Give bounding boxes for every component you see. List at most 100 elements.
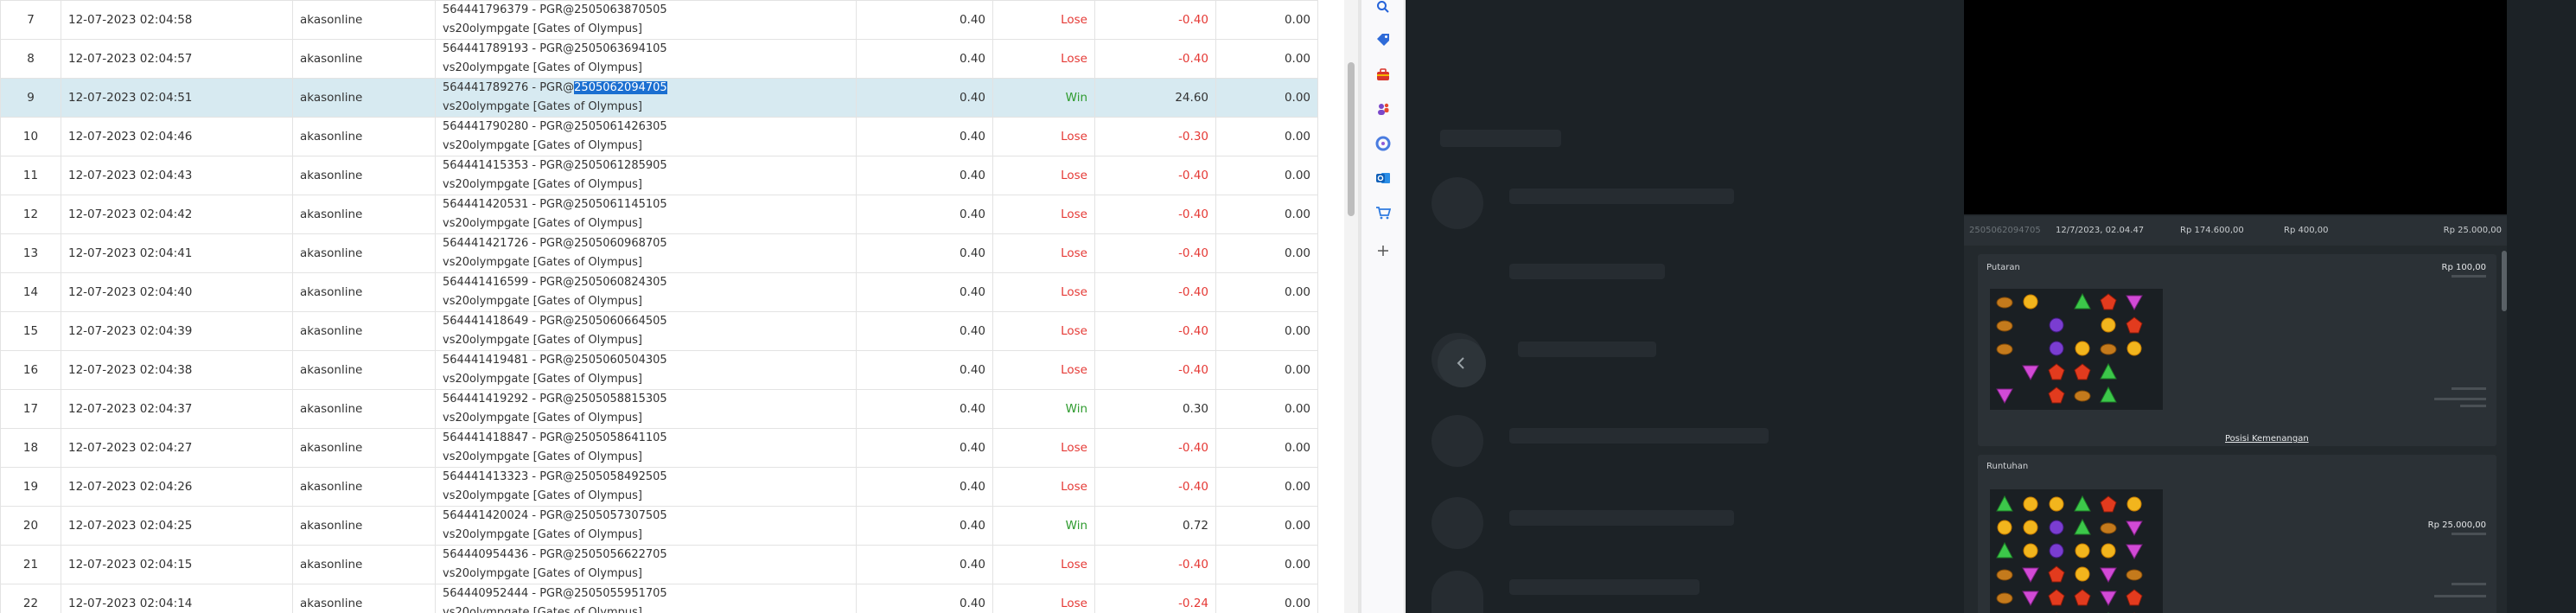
transaction-id[interactable]: 564441415353 - PGR@2505061285905 bbox=[443, 157, 849, 176]
table-row[interactable]: 19 12-07-2023 02:04:26 akasonline 564441413… bbox=[0, 467, 1318, 507]
transaction-id[interactable]: 564441419292 - PGR@2505058815305 bbox=[443, 391, 849, 410]
row-transaction: 564440954436 - PGR@2505056622705 vs20olym… bbox=[435, 545, 857, 584]
row-number: 12 bbox=[0, 195, 61, 234]
divider bbox=[1404, 0, 1405, 613]
table-row[interactable]: 20 12-07-2023 02:04:25 akasonline 564441420… bbox=[0, 506, 1318, 546]
game-name: vs20olympgate [Gates of Olympus] bbox=[443, 139, 642, 152]
symbol-icon bbox=[2100, 386, 2117, 403]
table-row[interactable]: 17 12-07-2023 02:04:37 akasonline 564441419… bbox=[0, 389, 1318, 429]
table-row[interactable]: 10 12-07-2023 02:04:46 akasonline 564441790… bbox=[0, 117, 1318, 156]
transaction-id[interactable]: 564440954436 - PGR@2505056622705 bbox=[443, 546, 849, 565]
spin-card: Putaran Rp 100,00 Posisi Kemenangan bbox=[1978, 254, 2496, 446]
row-username: akasonline bbox=[292, 195, 436, 234]
symbol-icon bbox=[2100, 567, 2117, 584]
back-button[interactable] bbox=[1438, 339, 1486, 387]
transaction-id[interactable]: 564441418847 - PGR@2505058641105 bbox=[443, 430, 849, 449]
row-winloss: 0.72 bbox=[1094, 506, 1216, 546]
table-row[interactable]: 12 12-07-2023 02:04:42 akasonline 564441420… bbox=[0, 195, 1318, 234]
transaction-id[interactable]: 564441419481 - PGR@2505060504305 bbox=[443, 352, 849, 371]
background-item bbox=[1518, 342, 1656, 357]
table-row[interactable]: 14 12-07-2023 02:04:40 akasonline 564441416… bbox=[0, 272, 1318, 312]
symbol-icon bbox=[2049, 496, 2064, 512]
transaction-id[interactable]: 564440952444 - PGR@2505055951705 bbox=[443, 585, 849, 604]
row-status: Lose bbox=[992, 350, 1095, 390]
row-winloss: 0.30 bbox=[1094, 389, 1216, 429]
table-row[interactable]: 8 12-07-2023 02:04:57 akasonline 5644417891… bbox=[0, 39, 1318, 79]
row-bet: 0.40 bbox=[856, 506, 993, 546]
row-status: Lose bbox=[992, 311, 1095, 351]
tag-icon[interactable] bbox=[1374, 31, 1392, 48]
table-row[interactable]: 21 12-07-2023 02:04:15 akasonline 564440954… bbox=[0, 545, 1318, 584]
winning-positions-link[interactable]: Posisi Kemenangan bbox=[2225, 434, 2309, 444]
cascade-note bbox=[2452, 583, 2486, 585]
row-number: 7 bbox=[0, 0, 61, 40]
symbol-icon bbox=[2126, 316, 2143, 334]
symbol-icon bbox=[2100, 343, 2117, 355]
row-transaction: 564441419292 - PGR@2505058815305 vs20olym… bbox=[435, 389, 857, 429]
transaction-id[interactable]: 564441789276 - PGR@2505062094705 bbox=[443, 80, 849, 99]
spin-amount: Rp 100,00 bbox=[2441, 263, 2486, 272]
shopping-cart-icon[interactable] bbox=[1374, 204, 1392, 221]
game-name: vs20olympgate [Gates of Olympus] bbox=[443, 606, 642, 613]
transaction-id[interactable]: 564441420024 - PGR@2505057307505 bbox=[443, 508, 849, 527]
symbol-icon bbox=[2100, 495, 2117, 513]
row-transaction: 564441789193 - PGR@2505063694105 vs20olym… bbox=[435, 39, 857, 79]
transaction-id[interactable]: 564441421726 - PGR@2505060968705 bbox=[443, 235, 849, 254]
row-winloss: -0.40 bbox=[1094, 545, 1216, 584]
transaction-id[interactable]: 564441418649 - PGR@2505060664505 bbox=[443, 313, 849, 332]
row-number: 8 bbox=[0, 39, 61, 79]
table-row[interactable]: 18 12-07-2023 02:04:27 akasonline 564441418… bbox=[0, 428, 1318, 468]
spin-note bbox=[2452, 387, 2486, 390]
transaction-id[interactable]: 564441416599 - PGR@2505060824305 bbox=[443, 274, 849, 293]
table-row[interactable]: 11 12-07-2023 02:04:43 akasonline 564441415… bbox=[0, 156, 1318, 195]
symbol-icon bbox=[2075, 543, 2090, 559]
search-icon[interactable] bbox=[1374, 0, 1392, 16]
spin-reel-board bbox=[1990, 289, 2163, 410]
row-jackpot: 0.00 bbox=[1215, 156, 1318, 195]
table-scrollbar-thumb[interactable] bbox=[1348, 62, 1355, 216]
row-username: akasonline bbox=[292, 428, 436, 468]
table-row[interactable]: 9 12-07-2023 02:04:51 akasonline 5644417892… bbox=[0, 78, 1318, 118]
toolbox-icon[interactable] bbox=[1374, 66, 1392, 83]
symbol-icon bbox=[2023, 496, 2038, 512]
table-row[interactable]: 13 12-07-2023 02:04:41 akasonline 564441421… bbox=[0, 233, 1318, 273]
transaction-id-prefix: 564441789276 - PGR@ bbox=[443, 81, 575, 94]
spin-title: Putaran bbox=[1986, 263, 2020, 272]
symbol-icon bbox=[1996, 343, 2013, 355]
row-jackpot: 0.00 bbox=[1215, 350, 1318, 390]
row-username: akasonline bbox=[292, 156, 436, 195]
symbol-icon bbox=[1996, 592, 2013, 604]
row-date: 12-07-2023 02:04:25 bbox=[61, 506, 293, 546]
copilot-icon[interactable] bbox=[1374, 135, 1392, 152]
table-row[interactable]: 15 12-07-2023 02:04:39 akasonline 564441418… bbox=[0, 311, 1318, 351]
row-winloss: -0.40 bbox=[1094, 428, 1216, 468]
symbol-icon bbox=[2101, 543, 2116, 559]
symbol-icon bbox=[1996, 569, 2013, 581]
outlook-icon[interactable] bbox=[1374, 169, 1392, 187]
game-name: vs20olympgate [Gates of Olympus] bbox=[443, 489, 642, 502]
transaction-id[interactable]: 564441796379 - PGR@2505063870505 bbox=[443, 2, 849, 21]
background-item bbox=[1509, 264, 1665, 279]
selected-text: 2505062094705 bbox=[574, 81, 667, 94]
round-id: 2505062094705 bbox=[1969, 226, 2041, 235]
symbol-icon bbox=[2048, 589, 2065, 606]
symbol-icon bbox=[1996, 320, 2013, 332]
people-icon[interactable] bbox=[1374, 100, 1392, 118]
row-bet: 0.40 bbox=[856, 311, 993, 351]
symbol-icon bbox=[2075, 341, 2090, 356]
row-number: 19 bbox=[0, 467, 61, 507]
table-row[interactable]: 22 12-07-2023 02:04:14 akasonline 564440952… bbox=[0, 584, 1318, 613]
symbol-icon bbox=[2126, 569, 2143, 581]
table-row[interactable]: 16 12-07-2023 02:04:38 akasonline 564441419… bbox=[0, 350, 1318, 390]
transaction-id[interactable]: 564441790280 - PGR@2505061426305 bbox=[443, 118, 849, 137]
row-number: 14 bbox=[0, 272, 61, 312]
row-jackpot: 0.00 bbox=[1215, 467, 1318, 507]
row-bet: 0.40 bbox=[856, 272, 993, 312]
add-icon[interactable] bbox=[1374, 242, 1392, 259]
transaction-id[interactable]: 564441789193 - PGR@2505063694105 bbox=[443, 41, 849, 60]
transaction-id[interactable]: 564441413323 - PGR@2505058492505 bbox=[443, 469, 849, 488]
transaction-id[interactable]: 564441420531 - PGR@2505061145105 bbox=[443, 196, 849, 215]
cascade-note bbox=[2434, 595, 2486, 597]
symbol-icon bbox=[2048, 565, 2065, 583]
table-row[interactable]: 7 12-07-2023 02:04:58 akasonline 5644417963… bbox=[0, 0, 1318, 40]
